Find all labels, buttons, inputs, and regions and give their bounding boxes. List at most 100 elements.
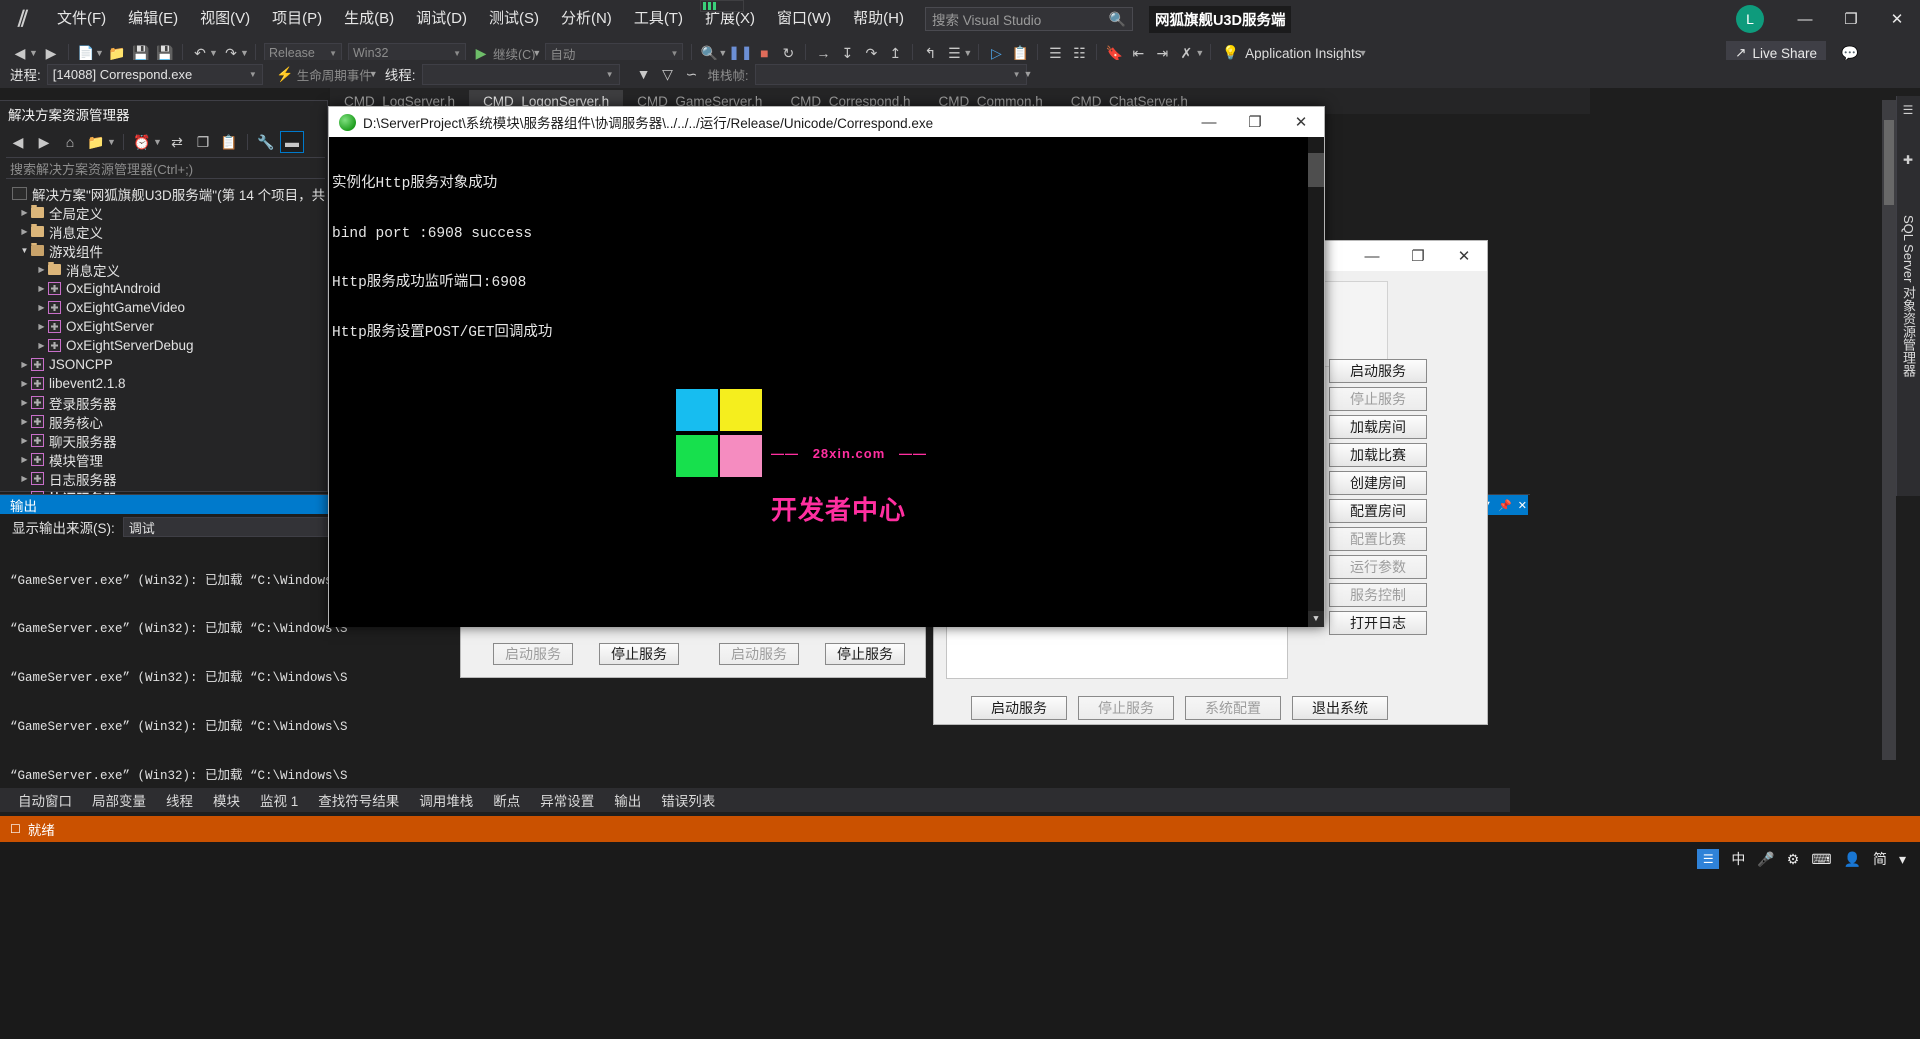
properties-icon[interactable]: 🔧 [254,131,278,153]
lifecycle-events-icon[interactable]: ⚡ [273,62,297,86]
back-dropdown-icon[interactable]: ▼ [29,48,39,58]
bottom-start-service-button[interactable]: 启动服务 [971,696,1067,720]
stackframe-overflow-icon[interactable]: ▼ [1024,69,1034,79]
tree-node-game-components[interactable]: ▼ 游戏组件 [0,241,327,260]
tree-node-jsoncpp[interactable]: ▶ JSONCPP [0,355,327,374]
tree-node-oxeightserver[interactable]: ▶ OxEightServer [0,317,327,336]
tree-node-oxeightandroid[interactable]: ▶ OxEightAndroid [0,279,327,298]
chevron-right-icon[interactable]: ▶ [18,398,31,407]
console-scrollbar[interactable]: ▲ ▼ [1308,137,1324,627]
tree-root-node[interactable]: 解决方案"网狐旗舰U3D服务端"(第 14 个项目，共 14 个) [0,184,327,203]
chevron-right-icon[interactable]: ▶ [18,474,31,483]
pending-changes-icon[interactable]: ⏰ [130,131,154,153]
show-all-files-icon[interactable]: 📋 [217,131,241,153]
undo-dropdown-icon[interactable]: ▼ [209,48,219,58]
preview-selected-icon[interactable]: ▬ [280,131,304,153]
chevron-right-icon[interactable]: ▶ [18,455,31,464]
tab-call-stack[interactable]: 调用堆栈 [409,790,483,810]
tree-node-message-def-child[interactable]: ▶ 消息定义 [0,260,327,279]
new-dropdown-icon[interactable]: ▼ [95,48,105,58]
output-tab[interactable]: 输出 [0,495,328,514]
mic-icon[interactable]: 🎤 [1757,851,1774,868]
system-config-button[interactable]: 系统配置 [1185,696,1281,720]
filter-threads-icon[interactable]: ▽ [656,62,680,86]
tab-find-symbol-results[interactable]: 查找符号结果 [308,790,409,810]
continue-dropdown-icon[interactable]: ▼ [532,48,542,58]
menu-item-tools[interactable]: 工具(T) [623,0,694,38]
collapse-all-icon[interactable]: ❐ [191,131,215,153]
console-restore-button[interactable]: ❐ [1232,107,1278,137]
filter-icon[interactable]: ▼ [632,62,656,86]
ime-mode-label[interactable]: 中 [1731,849,1745,869]
menu-item-view[interactable]: 视图(V) [189,0,261,38]
bookmarks-dropdown-icon[interactable]: ▼ [1195,48,1205,58]
menu-item-test[interactable]: 测试(S) [478,0,550,38]
home-icon[interactable]: ⌂ [58,131,82,153]
chevron-down-icon[interactable]: ▼ [107,137,117,147]
thread-select[interactable]: ▼ [421,63,620,85]
tab-breakpoints[interactable]: 断点 [483,790,530,810]
back-icon[interactable]: ◀ [6,131,30,153]
chevron-right-icon[interactable]: ▶ [35,284,48,293]
chevron-right-icon[interactable]: ▶ [35,265,48,274]
chevron-right-icon[interactable]: ▶ [35,303,48,312]
stop-service-button[interactable]: 停止服务 [1329,387,1427,411]
process-select[interactable]: [14088] Correspond.exe ▼ [46,63,263,85]
menu-item-window[interactable]: 窗口(W) [766,0,842,38]
tree-node-global-def[interactable]: ▶ 全局定义 [0,203,327,222]
stackframe-select[interactable]: ▼ [754,63,1027,85]
chevron-right-icon[interactable]: ▶ [18,227,31,236]
lifecycle-dropdown-icon[interactable]: ▼ [369,69,379,79]
caret-icon[interactable]: ▾ [1899,851,1906,868]
tab-output[interactable]: 输出 [604,790,651,810]
menu-item-build[interactable]: 生成(B) [333,0,405,38]
tree-node-chat-server[interactable]: ▶ 聊天服务器 [0,431,327,450]
dialog-restore-button[interactable]: ❐ [1395,241,1441,271]
person-icon[interactable]: 👤 [1844,851,1861,868]
load-room-button[interactable]: 加载房间 [1329,415,1427,439]
chevron-right-icon[interactable]: ▶ [18,436,31,445]
configure-match-button[interactable]: 配置比赛 [1329,527,1427,551]
toolbox-pin-icon[interactable]: ☰ [1898,100,1918,120]
tree-node-log-server[interactable]: ▶ 日志服务器 [0,469,327,488]
create-room-button[interactable]: 创建房间 [1329,471,1427,495]
chevron-right-icon[interactable]: ▶ [35,341,48,350]
menu-item-analyze[interactable]: 分析(N) [550,0,623,38]
restore-button[interactable]: ❐ [1828,0,1874,38]
app-insights-dropdown-icon[interactable]: ▼ [1359,48,1369,58]
tree-node-module-manager[interactable]: ▶ 模块管理 [0,450,327,469]
bg-stop-service-button-3[interactable]: 停止服务 [599,643,679,665]
close-icon[interactable]: ✕ [1518,499,1527,512]
tab-autos[interactable]: 自动窗口 [8,790,82,810]
chevron-right-icon[interactable]: ▶ [18,417,31,426]
tree-node-message-def[interactable]: ▶ 消息定义 [0,222,327,241]
console-scrollbar-thumb[interactable] [1308,153,1324,187]
search-input[interactable]: 搜索 Visual Studio 🔍 [924,7,1133,31]
solution-search-input[interactable]: 搜索解决方案资源管理器(Ctrl+;) [6,157,325,179]
chevron-right-icon[interactable]: ▶ [18,208,31,217]
open-log-button[interactable]: 打开日志 [1329,611,1427,635]
tab-modules[interactable]: 模块 [203,790,250,810]
bg-start-service-button-3[interactable]: 启动服务 [493,643,573,665]
run-parameters-button[interactable]: 运行参数 [1329,555,1427,579]
menu-item-help[interactable]: 帮助(H) [842,0,915,38]
chevron-down-icon[interactable]: ▼ [18,246,31,255]
console-minimize-button[interactable]: — [1186,107,1232,137]
simplified-chinese-label[interactable]: 简 [1873,849,1887,869]
settings-icon[interactable]: ⚙ [1787,851,1800,868]
start-service-button[interactable]: 启动服务 [1329,359,1427,383]
bg-stop-service-button-4[interactable]: 停止服务 [825,643,905,665]
menu-item-project[interactable]: 项目(P) [261,0,333,38]
chevron-right-icon[interactable]: ▶ [18,360,31,369]
close-button[interactable]: ✕ [1874,0,1920,38]
tree-node-service-core[interactable]: ▶ 服务核心 [0,412,327,431]
sync-icon[interactable]: ⇄ [165,131,189,153]
chevron-right-icon[interactable]: ▶ [18,379,31,388]
tab-exception-settings[interactable]: 异常设置 [530,790,604,810]
avatar[interactable]: L [1736,5,1764,33]
bg-start-service-button-4[interactable]: 启动服务 [719,643,799,665]
lifecycle-events-label[interactable]: 生命周期事件 [297,65,372,84]
pin-icon[interactable]: 📌 [1498,499,1512,512]
chevron-right-icon[interactable]: ▶ [35,322,48,331]
exit-system-button[interactable]: 退出系统 [1292,696,1388,720]
